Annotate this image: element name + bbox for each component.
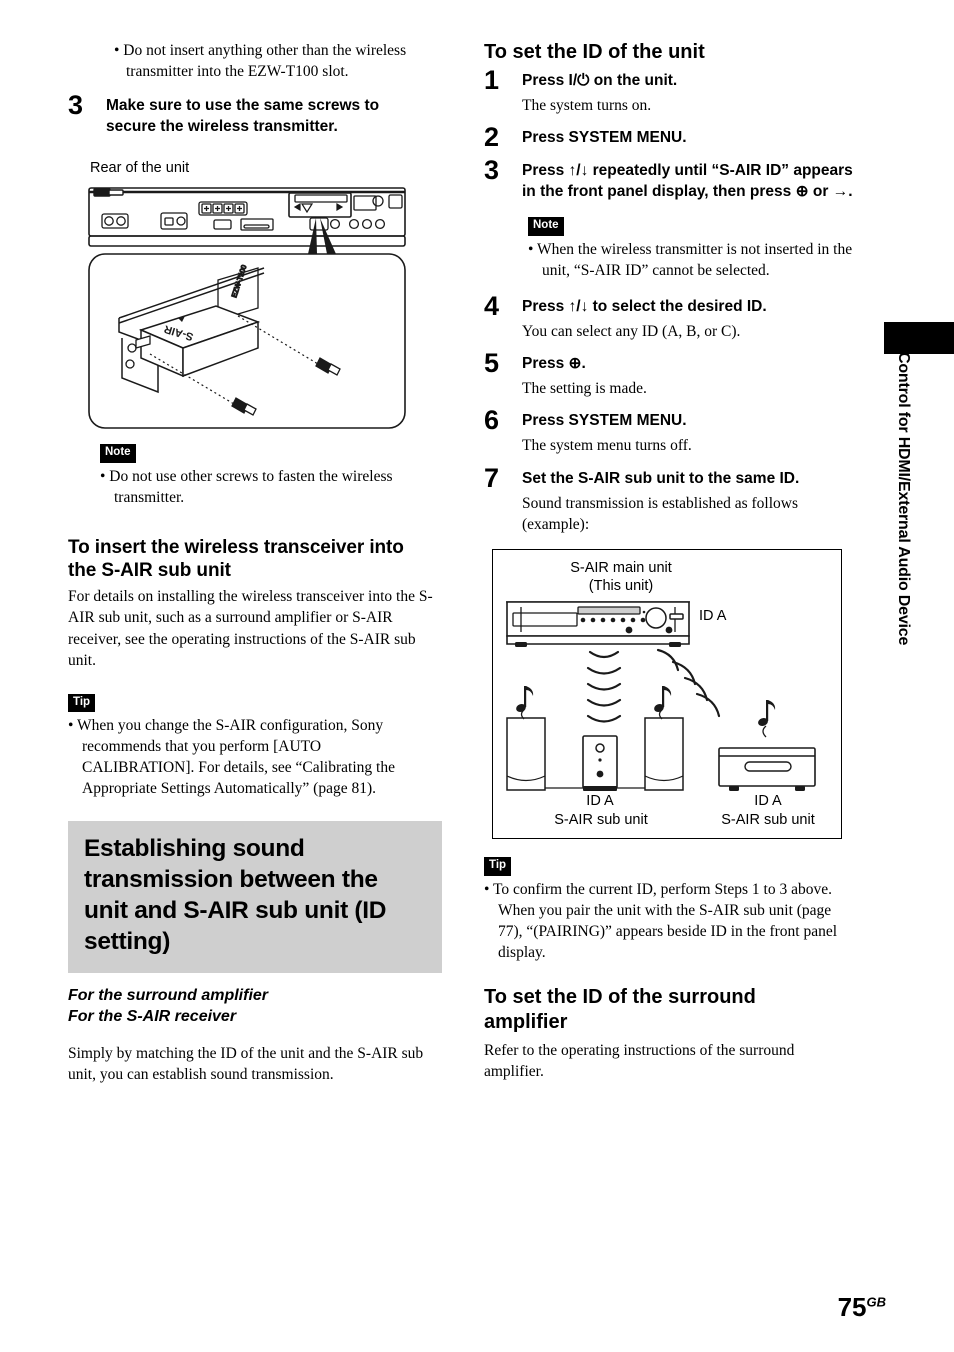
figure-caption: Rear of the unit (90, 160, 190, 176)
tip-badge: Tip (68, 693, 96, 712)
rear-panel-illustration: EZW-T100 S-AIR (86, 182, 416, 438)
tip-bullet: • When you change the S-AIR configuratio… (68, 717, 395, 798)
step-description: The system turns on. (522, 96, 652, 114)
step-number: 3 (484, 155, 500, 186)
note-block-right: Note • When the wireless transmitter is … (528, 215, 864, 281)
step-3-block: 3 Press ↑/↓ repeatedly until “S-AIR ID” … (484, 157, 856, 281)
step-1-block: 1 Press I/⏻ on the unit. The system turn… (484, 67, 856, 116)
page-number: 75GB (838, 1294, 886, 1320)
diagram-center-sub-unit-label: S-AIR sub unit (554, 812, 648, 829)
note-badge: Note (528, 217, 564, 236)
diagram-right-sub-unit-id: ID A (754, 793, 782, 810)
rear-panel-svg: EZW-T100 S-AIR (88, 187, 406, 429)
page-number-value: 75 (837, 1292, 867, 1322)
side-tab-marker (884, 322, 954, 354)
subheading-surround-amplifier: For the surround amplifier (68, 986, 269, 1004)
step-title: Set the S-AIR sub unit to the same ID. (522, 469, 800, 487)
heading-insert-transceiver: To insert the wireless transceiver into … (68, 536, 404, 581)
step-number: 2 (484, 122, 500, 153)
diagram-svg (505, 601, 816, 792)
step-title: Press I/⏻ on the unit. (522, 72, 678, 89)
step-number: 7 (484, 462, 500, 493)
side-tab-label: Control for HDMI/External Audio Device (895, 352, 912, 646)
step-number: 3 (68, 90, 84, 121)
section-banner-heading: Establishing sound transmission between … (68, 821, 442, 973)
step-number: 6 (484, 405, 500, 436)
figure-rear-of-unit: Rear of the unit EZW-T100 S-AIR (68, 160, 442, 438)
svg-text:EZW-T100: EZW-T100 (231, 264, 248, 298)
body-simply-matching: Simply by matching the ID of the unit an… (68, 1044, 424, 1084)
step-description: The setting is made. (522, 379, 647, 397)
note-block-left: Note • Do not use other screws to fasten… (100, 442, 430, 508)
body-surround-amplifier: Refer to the operating instructions of t… (484, 1042, 795, 1081)
step-3-block: 3 Make sure to use the same screws to se… (68, 92, 442, 138)
diagram-center-sub-unit-id: ID A (586, 793, 614, 810)
intro-bullet: • Do not insert anything other than the … (114, 42, 407, 81)
note-bullet: • When the wireless transmitter is not i… (528, 240, 853, 279)
body-insert-transceiver: For details on installing the wireless t… (68, 588, 433, 670)
step-title: Press SYSTEM MENU. (522, 129, 687, 147)
document-page: • Do not insert anything other than the … (0, 0, 954, 1352)
step-5-block: 5 Press ⊕. The setting is made. (484, 350, 856, 399)
diagram-right-sub-unit-label: S-AIR sub unit (721, 812, 815, 829)
tip-block-left: Tip • When you change the S-AIR configur… (68, 692, 434, 800)
tip-bullet: • To confirm the current ID, perform Ste… (484, 880, 838, 962)
note-badge: Note (100, 444, 136, 463)
step-description: You can select any ID (A, B, or C). (522, 322, 741, 340)
step-title: Press ↑/↓ repeatedly until “S-AIR ID” ap… (522, 162, 853, 201)
subheading-sair-receiver: For the S-AIR receiver (68, 1007, 237, 1025)
step-title: Press ⊕. (522, 355, 586, 373)
step-title: Make sure to use the same screws to secu… (106, 97, 380, 136)
step-title: Press ↑/↓ to select the desired ID. (522, 297, 767, 315)
heading-set-id-surround-amplifier: To set the ID of the surround amplifier (484, 986, 756, 1034)
left-column: • Do not insert anything other than the … (68, 40, 442, 1086)
step-7-block: 7 Set the S-AIR sub unit to the same ID.… (484, 464, 856, 536)
note-bullet: • Do not use other screws to fasten the … (100, 467, 393, 506)
tip-block-right: Tip • To confirm the current ID, perform… (484, 855, 846, 963)
step-2-block: 2 Press SYSTEM MENU. (484, 124, 856, 151)
step-4-block: 4 Press ↑/↓ to select the desired ID. Yo… (484, 292, 856, 342)
step-6-block: 6 Press SYSTEM MENU. The system menu tur… (484, 407, 856, 456)
step-number: 4 (484, 290, 500, 321)
step-description: The system menu turns off. (522, 437, 692, 455)
page-number-suffix: GB (866, 1294, 887, 1310)
heading-set-id-of-unit: To set the ID of the unit (484, 41, 705, 63)
sair-transmission-diagram: S-AIR main unit (This unit) ID A ID A S-… (492, 549, 842, 840)
step-number: 5 (484, 348, 500, 379)
right-column: To set the ID of the unit 1 Press I/⏻ on… (484, 40, 856, 1083)
step-number: 1 (484, 65, 500, 95)
step-description: Sound transmission is established as fol… (522, 494, 798, 533)
step-title: Press SYSTEM MENU. (522, 412, 687, 430)
tip-badge: Tip (484, 857, 512, 876)
